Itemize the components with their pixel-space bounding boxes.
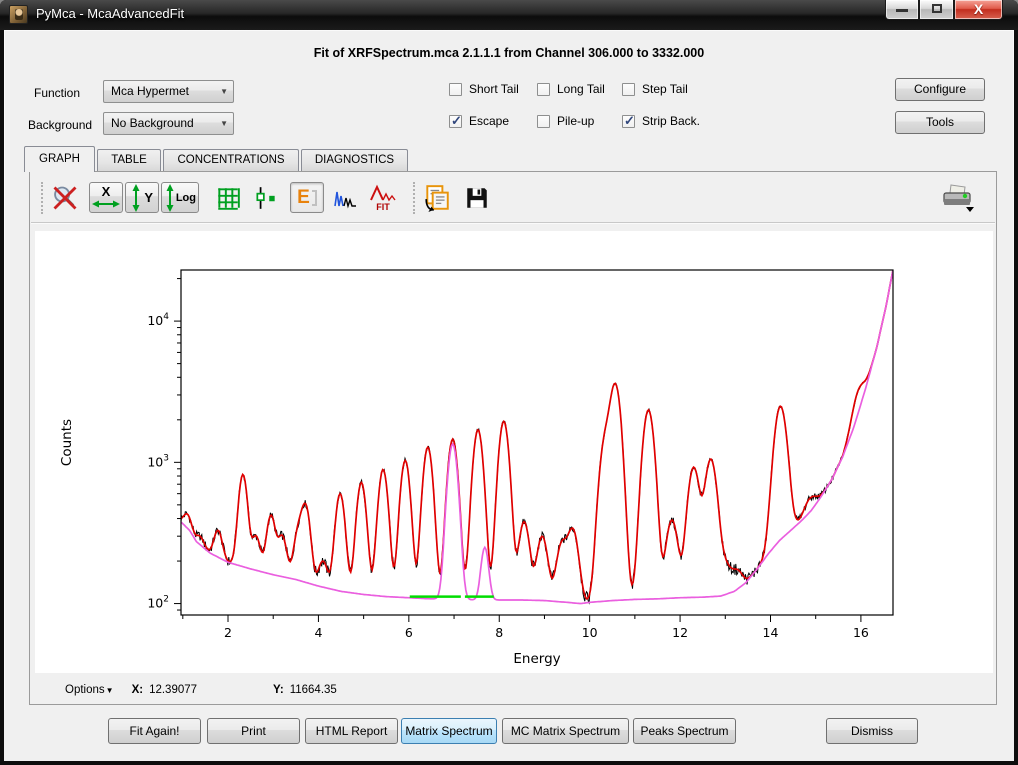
checkbox-box[interactable]	[537, 83, 550, 96]
log-arrow-icon	[164, 184, 176, 212]
svg-text:4: 4	[314, 625, 322, 640]
chevron-down-icon: ▼	[220, 113, 228, 134]
copy-icon[interactable]	[421, 182, 453, 214]
svg-text:6: 6	[405, 625, 413, 640]
checkbox-pileup[interactable]: Pile-up	[537, 114, 594, 128]
svg-text:103: 103	[147, 453, 169, 469]
svg-text:102: 102	[147, 595, 169, 611]
svg-text:104: 104	[147, 312, 169, 328]
dismiss-button[interactable]: Dismiss	[826, 718, 918, 744]
svg-text:14: 14	[763, 625, 779, 640]
mc-matrix-spectrum-button[interactable]: MC Matrix Spectrum	[502, 718, 629, 744]
spectrum-figure: 2 4 6 8 10 12 14 16 102 103 104 Energy Counts	[35, 231, 993, 673]
cursor-x-label: X:	[132, 684, 144, 696]
title-bar[interactable]: PyMca - McaAdvancedFit X	[0, 0, 1018, 30]
app-icon	[9, 5, 28, 24]
print-button[interactable]: Print	[207, 718, 300, 744]
close-button[interactable]: X	[954, 0, 1003, 20]
save-icon[interactable]	[461, 182, 493, 214]
spectrum-plot[interactable]: 2 4 6 8 10 12 14 16 102 103 104 Energy Counts	[35, 231, 993, 673]
cursor-y-label: Y:	[273, 684, 284, 696]
y-arrow-icon	[130, 184, 142, 212]
x-autoscale-button[interactable]: X	[89, 182, 123, 213]
footer-button-row: Fit Again! Print HTML Report Matrix Spec…	[4, 710, 1014, 761]
graph-tab-panel: X Y Log	[29, 171, 997, 705]
peaks-spectrum-button[interactable]: Peaks Spectrum	[633, 718, 736, 744]
print-icon[interactable]	[937, 182, 977, 214]
zoom-reset-icon[interactable]	[49, 182, 81, 214]
close-icon: X	[974, 1, 983, 17]
energy-axis-button[interactable]: E	[290, 182, 324, 213]
tools-button[interactable]: Tools	[895, 111, 985, 134]
svg-text:8: 8	[495, 625, 503, 640]
tab-table[interactable]: TABLE	[97, 149, 161, 171]
checkbox-step-tail[interactable]: Step Tail	[622, 82, 688, 96]
plot-toolbar: X Y Log	[31, 173, 995, 223]
fit-display-icon[interactable]	[331, 182, 363, 214]
checkbox-long-tail[interactable]: Long Tail	[537, 82, 605, 96]
checkbox-box[interactable]	[622, 83, 635, 96]
checkbox-short-tail[interactable]: Short Tail	[449, 82, 519, 96]
toolbar-separator	[413, 182, 415, 214]
svg-text:Counts: Counts	[59, 419, 75, 466]
background-label: Background	[28, 118, 92, 132]
checkbox-box[interactable]	[537, 115, 550, 128]
svg-text:FIT: FIT	[376, 202, 390, 212]
checkbox-strip-back[interactable]: Strip Back.	[622, 114, 700, 128]
svg-text:10: 10	[582, 625, 598, 640]
pymca-window: PyMca - McaAdvancedFit X Fit of XRFSpect…	[0, 0, 1018, 765]
fit-header-title: Fit of XRFSpectrum.mca 2.1.1.1 from Chan…	[4, 46, 1014, 60]
tab-concentrations[interactable]: CONCENTRATIONS	[163, 149, 299, 171]
svg-text:Energy: Energy	[513, 651, 560, 667]
chevron-down-icon: ▼	[106, 686, 114, 695]
maximize-button[interactable]	[919, 0, 954, 20]
svg-text:16: 16	[853, 625, 869, 640]
configure-button[interactable]: Configure	[895, 78, 985, 101]
svg-text:12: 12	[672, 625, 688, 640]
fit-again-button[interactable]: Fit Again!	[108, 718, 201, 744]
status-bar: Options▼ X: 12.39077 Y: 11664.35	[31, 676, 995, 704]
tab-diagnostics[interactable]: DIAGNOSTICS	[301, 149, 408, 171]
chevron-down-icon: ▼	[220, 81, 228, 102]
x-arrow-icon	[91, 198, 121, 210]
fit-icon[interactable]: FIT	[367, 182, 399, 214]
svg-text:2: 2	[224, 625, 232, 640]
minimize-icon	[896, 9, 908, 12]
checkbox-box[interactable]	[449, 115, 462, 128]
checkbox-box[interactable]	[622, 115, 635, 128]
matrix-spectrum-button[interactable]: Matrix Spectrum	[401, 718, 497, 744]
checkbox-escape[interactable]: Escape	[449, 114, 509, 128]
background-combobox[interactable]: No Background▼	[103, 112, 234, 135]
maximize-icon	[932, 4, 942, 13]
function-label: Function	[34, 86, 80, 100]
checkbox-box[interactable]	[449, 83, 462, 96]
cursor-x-value: 12.39077	[149, 684, 197, 696]
markers-icon[interactable]	[250, 182, 282, 214]
log-toggle-button[interactable]: Log	[161, 182, 199, 213]
window-title: PyMca - McaAdvancedFit	[36, 6, 184, 21]
tab-graph[interactable]: GRAPH	[24, 146, 95, 172]
minimize-button[interactable]	[885, 0, 919, 20]
options-menu-button[interactable]: Options▼	[65, 684, 114, 696]
bracket-icon	[312, 190, 317, 206]
y-autoscale-button[interactable]: Y	[125, 182, 159, 213]
html-report-button[interactable]: HTML Report	[305, 718, 398, 744]
function-combobox[interactable]: Mca Hypermet▼	[103, 80, 234, 103]
toolbar-handle	[41, 182, 43, 214]
cursor-y-value: 11664.35	[290, 684, 337, 696]
grid-icon[interactable]	[212, 182, 244, 214]
